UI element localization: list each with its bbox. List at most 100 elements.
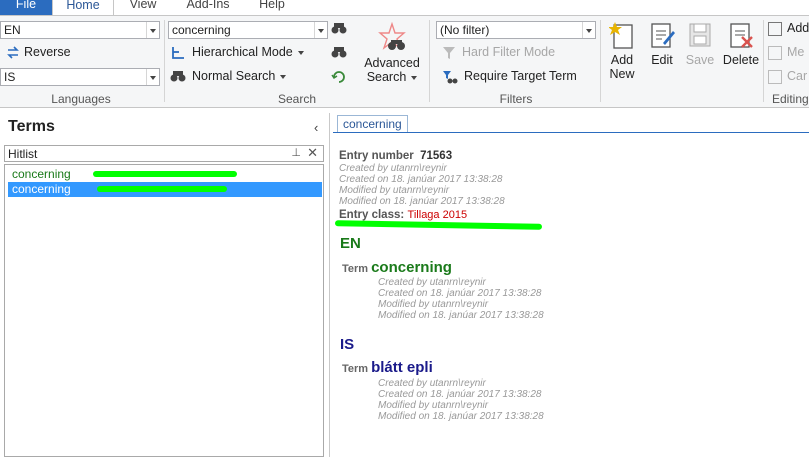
add-item-icon (768, 21, 782, 36)
entry-class-label: Entry class: (339, 209, 405, 221)
term-label: Term (342, 363, 369, 375)
new-document-star-icon (609, 22, 633, 49)
en-created-on: Created on 18. janúar 2017 13:38:28 (378, 288, 542, 299)
is-created-on: Created on 18. janúar 2017 13:38:28 (378, 389, 542, 400)
advanced-search-button[interactable]: Advanced Search (360, 21, 424, 84)
cancel-icon (768, 69, 782, 84)
highlight-mark (93, 171, 237, 177)
collapse-panel-icon[interactable]: ‹ (314, 120, 318, 135)
hierarchy-icon (172, 46, 184, 59)
tab-help[interactable]: Help (250, 0, 294, 15)
entry-number-label: Entry number (339, 150, 414, 162)
target-language-select[interactable]: IS (0, 68, 160, 86)
reverse-label: Reverse (24, 45, 71, 59)
filter-binoculars-icon (443, 70, 458, 84)
en-modified-on: Modified on 18. janúar 2017 13:38:28 (378, 310, 544, 321)
search-refresh-icon[interactable] (331, 70, 347, 84)
binoculars-next-icon[interactable] (331, 46, 347, 59)
tab-view[interactable]: View (118, 0, 168, 15)
advanced-search-label-line1: Advanced (364, 56, 420, 70)
entry-number-row: Entry number 71563 (339, 148, 452, 162)
hitlist: concerning concerning (4, 164, 324, 457)
entry-panel: concerning Entry number 71563 Created by… (333, 113, 809, 457)
term-row-en: Term concerning (342, 259, 452, 276)
tab-underline (333, 132, 809, 133)
normal-search-button[interactable]: Normal Search (170, 69, 287, 83)
term-label: Term (342, 263, 369, 275)
is-modified-on: Modified on 18. janúar 2017 13:38:28 (378, 411, 544, 422)
save-disk-icon (689, 23, 711, 47)
add-new-button[interactable]: Add New (603, 21, 641, 81)
terms-panel: Terms ‹ Hitlist ⊥ ✕ concerning concernin… (0, 113, 330, 457)
chevron-down-icon (280, 74, 287, 79)
chevron-down-icon[interactable] (314, 22, 327, 38)
merge-label: Me (787, 45, 805, 59)
is-created-by: Created by utanrn\reynir (378, 378, 486, 389)
add-label: Add (787, 21, 809, 35)
add-button[interactable]: Add (768, 21, 809, 36)
hierarchical-mode-label: Hierarchical Mode (192, 45, 293, 59)
pin-icon[interactable]: ⊥ (291, 146, 301, 159)
language-heading-is: IS (340, 336, 355, 353)
chevron-down-icon[interactable] (146, 69, 159, 85)
cancel-label: Car (787, 69, 808, 83)
require-target-term-button[interactable]: Require Target Term (442, 69, 577, 84)
reverse-button[interactable]: Reverse (6, 45, 71, 59)
merge-button[interactable]: Me (768, 45, 804, 60)
tab-file[interactable]: File (0, 0, 52, 15)
chevron-down-icon[interactable] (582, 22, 595, 38)
highlight-mark (97, 186, 227, 192)
close-icon[interactable]: ✕ (307, 145, 318, 161)
funnel-icon (443, 46, 455, 59)
group-divider (429, 20, 430, 102)
hierarchical-mode-button[interactable]: Hierarchical Mode (170, 45, 304, 60)
entry-created-by: Created by utanrn\reynir (339, 163, 447, 174)
hard-filter-mode-button[interactable]: Hard Filter Mode (442, 45, 555, 60)
group-divider (763, 20, 764, 102)
entry-created-on: Created on 18. janúar 2017 13:38:28 (339, 174, 503, 185)
group-divider (600, 20, 601, 102)
swap-icon (7, 46, 19, 59)
edit-document-icon (651, 23, 675, 48)
edit-button[interactable]: Edit (645, 21, 679, 67)
en-created-by: Created by utanrn\reynir (378, 277, 486, 288)
delete-label: Delete (722, 53, 760, 67)
term-value-en[interactable]: concerning (371, 259, 452, 276)
delete-button[interactable]: Delete (721, 21, 761, 67)
hitlist-header: Hitlist ⊥ ✕ (4, 145, 324, 162)
merge-icon (768, 45, 782, 60)
entry-tab[interactable]: concerning (337, 115, 408, 133)
search-query: concerning (172, 23, 231, 37)
entry-class-value: Tillaga 2015 (407, 209, 468, 221)
source-language-value: EN (4, 23, 21, 37)
languages-group-label: Languages (51, 92, 111, 106)
binoculars-icon[interactable] (331, 22, 347, 35)
search-input[interactable]: concerning (168, 21, 328, 39)
en-modified-by: Modified by utanrn\reynir (378, 299, 489, 310)
source-language-select[interactable]: EN (0, 21, 160, 39)
target-language-value: IS (4, 70, 16, 84)
normal-search-label: Normal Search (192, 69, 276, 83)
chevron-down-icon (297, 50, 304, 55)
language-heading-en: EN (340, 235, 361, 252)
entry-class-row: Entry class: Tillaga 2015 (339, 207, 467, 221)
entry-modified-on: Modified on 18. janúar 2017 13:38:28 (339, 196, 505, 207)
require-target-term-label: Require Target Term (464, 69, 577, 83)
editing-group-label: Editing (772, 92, 809, 106)
cancel-button[interactable]: Car (768, 69, 807, 84)
chevron-down-icon (411, 75, 418, 80)
save-button[interactable]: Save (683, 21, 717, 67)
ribbon: EN Reverse IS Languages concerning Hiera… (0, 15, 809, 108)
ribbon-tab-bar: File Home View Add-Ins Help (0, 0, 809, 17)
hard-filter-mode-label: Hard Filter Mode (462, 45, 556, 59)
term-value-is[interactable]: blátt epli (371, 359, 433, 376)
delete-document-icon (730, 23, 753, 48)
add-new-label-line1: Add (610, 53, 634, 67)
tab-add-ins[interactable]: Add-Ins (176, 0, 240, 15)
filter-select[interactable]: (No filter) (436, 21, 596, 39)
chevron-down-icon[interactable] (146, 22, 159, 38)
filters-group-label: Filters (499, 92, 533, 106)
binoculars-icon (170, 71, 186, 82)
advanced-search-label-line2: Search (366, 70, 407, 84)
add-new-label-line2: New (609, 67, 635, 81)
